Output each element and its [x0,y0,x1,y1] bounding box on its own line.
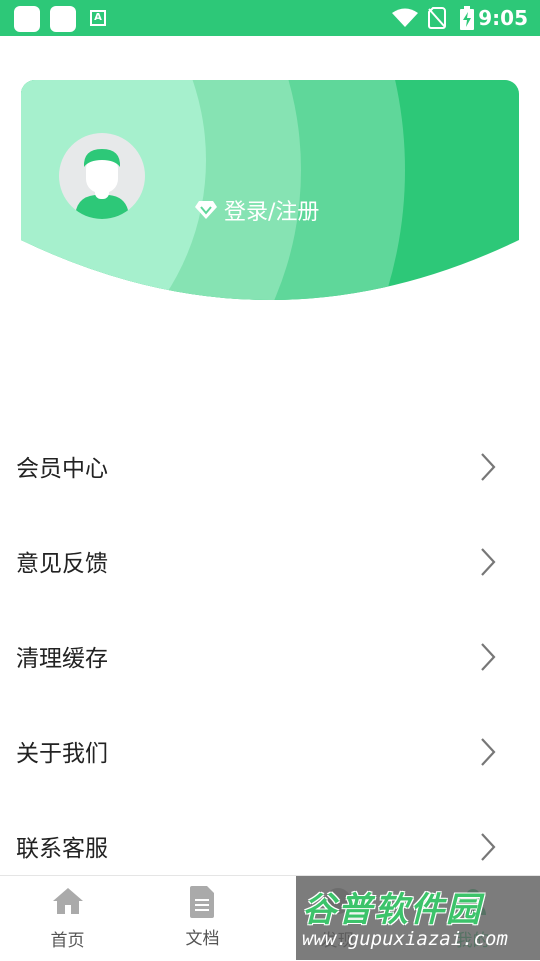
battery-charging-icon [460,6,474,30]
document-icon [189,886,214,918]
avatar[interactable] [59,133,145,219]
menu-item-about-us[interactable]: 关于我们 [0,703,540,798]
login-register-label: 登录/注册 [224,200,320,225]
watermark-title: 谷普软件园 [302,890,482,930]
clock: 9:05 [478,6,528,30]
menu-item-label: 意见反馈 [16,550,108,577]
app-square-icon [14,6,40,32]
chevron-right-icon [481,548,496,576]
chevron-right-icon [481,643,496,671]
chevron-right-icon [481,833,496,861]
default-user-avatar-icon [75,149,129,219]
menu-item-clear-cache[interactable]: 清理缓存 [0,608,540,703]
tab-home[interactable]: 首页 [0,876,135,961]
status-bar: A 9:05 [0,0,540,36]
login-register-button[interactable]: 登录/注册 [194,194,319,226]
tab-label: 首页 [50,931,85,951]
no-sim-icon [428,7,446,29]
watermark-url: www.gupuxiazai.com [302,928,508,950]
menu-item-label: 清理缓存 [16,645,108,672]
menu-item-label: 会员中心 [16,455,108,482]
diamond-icon [195,201,217,219]
settings-menu: 会员中心 意见反馈 清理缓存 关于我们 联系客服 [0,418,540,893]
menu-item-label: 关于我们 [16,740,108,767]
chevron-right-icon [481,738,496,766]
tab-label: 文档 [185,929,220,949]
font-a-icon: A [90,10,106,26]
menu-item-label: 联系客服 [16,835,108,862]
tab-documents[interactable]: 文档 [135,876,270,961]
home-icon [52,888,83,914]
menu-item-membership[interactable]: 会员中心 [0,418,540,513]
chevron-right-icon [481,453,496,481]
app-square-icon [50,6,76,32]
menu-item-feedback[interactable]: 意见反馈 [0,513,540,608]
wifi-icon [392,8,418,27]
watermark-overlay: 谷普软件园 www.gupuxiazai.com [296,876,540,960]
